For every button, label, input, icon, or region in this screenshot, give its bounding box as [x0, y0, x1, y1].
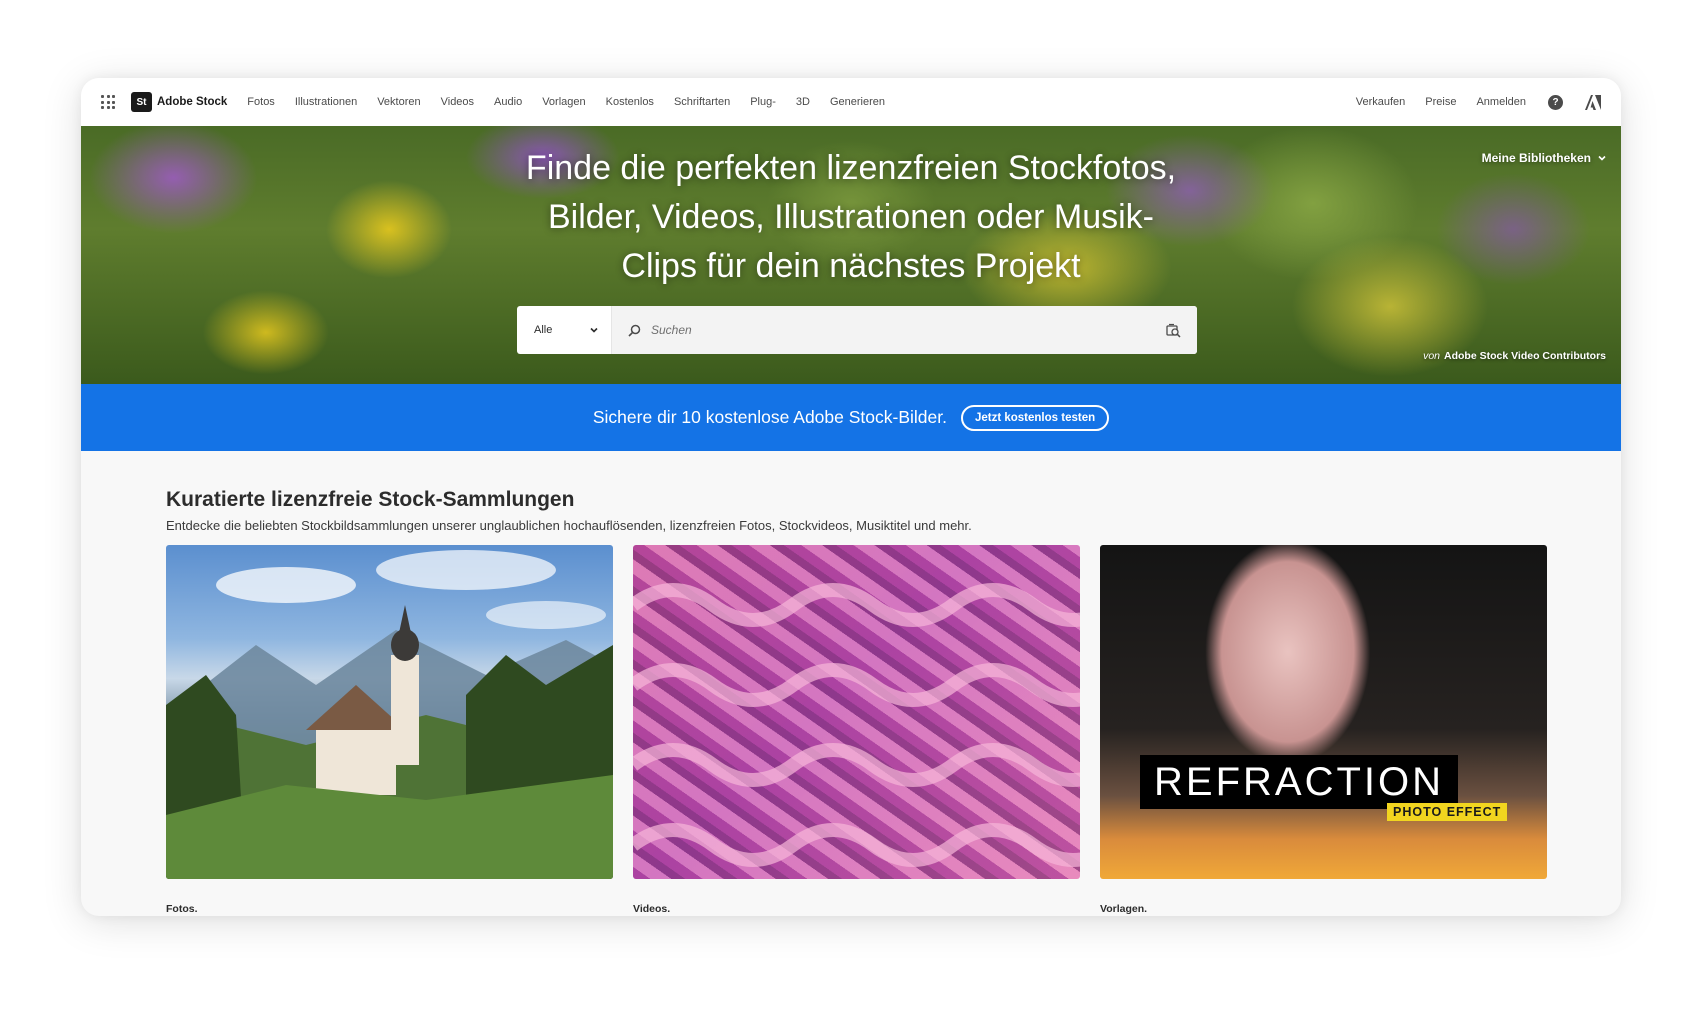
nav-link-videos[interactable]: Videos	[441, 96, 474, 108]
nav-link-vorlagen[interactable]: Vorlagen	[542, 96, 585, 108]
asset-type-value: Alle	[534, 324, 553, 336]
account-nav: Verkaufen Preise Anmelden ?	[1336, 94, 1601, 110]
nav-link-kostenlos[interactable]: Kostenlos	[606, 96, 654, 108]
credit-prefix: von	[1423, 350, 1441, 362]
collection-label-vorlagen[interactable]: Vorlagen.	[1100, 903, 1147, 915]
collection-label-videos[interactable]: Videos.	[633, 903, 670, 915]
collection-card-videos[interactable]	[633, 545, 1080, 879]
nav-link-generieren[interactable]: Generieren	[830, 96, 885, 108]
nav-link-schriftarten[interactable]: Schriftarten	[674, 96, 730, 108]
nav-link-illustrationen[interactable]: Illustrationen	[295, 96, 357, 108]
search-input[interactable]	[651, 323, 1166, 337]
credit-link[interactable]: Adobe Stock Video Contributors	[1444, 350, 1606, 362]
promo-banner: Sichere dir 10 kostenlose Adobe Stock-Bi…	[81, 384, 1621, 451]
nav-link-preise[interactable]: Preise	[1425, 96, 1456, 108]
main-nav-links: Fotos Illustrationen Vektoren Videos Aud…	[247, 96, 905, 108]
collection-card-fotos[interactable]	[166, 545, 613, 879]
search-icon	[628, 324, 641, 337]
free-trial-button[interactable]: Jetzt kostenlos testen	[960, 404, 1110, 431]
my-libraries-label: Meine Bibliotheken	[1481, 151, 1591, 165]
sign-in-link[interactable]: Anmelden	[1476, 96, 1526, 108]
asset-type-dropdown[interactable]: Alle	[517, 306, 612, 354]
refraction-title: REFRACTION	[1140, 755, 1458, 809]
collections-title: Kuratierte lizenzfreie Stock-Sammlungen	[166, 488, 575, 511]
top-navigation: St Adobe Stock Fotos Illustrationen Vekt…	[81, 78, 1621, 126]
hero-credit: von Adobe Stock Video Contributors	[1423, 350, 1606, 362]
nav-link-vektoren[interactable]: Vektoren	[377, 96, 420, 108]
church-landscape-image	[166, 550, 613, 879]
browser-window: St Adobe Stock Fotos Illustrationen Vekt…	[81, 78, 1621, 916]
stock-logo-icon: St	[131, 92, 152, 112]
app-switcher-icon[interactable]	[101, 95, 115, 109]
adobe-stock-logo[interactable]: St Adobe Stock	[131, 92, 227, 112]
nav-link-3d[interactable]: 3D	[796, 96, 810, 108]
collection-card-vorlagen[interactable]: REFRACTION PHOTO EFFECT	[1100, 545, 1547, 879]
collections-subtitle: Entdecke die beliebten Stockbildsammlung…	[166, 518, 972, 533]
nav-link-audio[interactable]: Audio	[494, 96, 522, 108]
chevron-down-icon	[1598, 155, 1606, 161]
collection-label-fotos[interactable]: Fotos.	[166, 903, 198, 915]
nav-link-plugins[interactable]: Plug-	[750, 96, 776, 108]
brand-name: Adobe Stock	[157, 96, 228, 108]
promo-text: Sichere dir 10 kostenlose Adobe Stock-Bi…	[592, 407, 947, 427]
adobe-logo-icon[interactable]	[1585, 94, 1601, 110]
search-bar: Alle	[517, 306, 1197, 354]
nav-link-verkaufen[interactable]: Verkaufen	[1356, 96, 1406, 108]
pink-waves-image	[633, 583, 1080, 867]
search-field	[612, 306, 1197, 354]
hero-banner: Finde die perfekten lizenzfreien Stockfo…	[81, 126, 1621, 384]
help-icon[interactable]: ?	[1548, 94, 1563, 110]
my-libraries-button[interactable]: Meine Bibliotheken	[1482, 151, 1607, 165]
visual-search-icon[interactable]	[1166, 323, 1181, 338]
nav-link-fotos[interactable]: Fotos	[247, 96, 275, 108]
photo-effect-badge: PHOTO EFFECT	[1387, 803, 1508, 821]
hero-title: Finde die perfekten lizenzfreien Stockfo…	[525, 149, 1177, 285]
chevron-down-icon	[590, 327, 598, 333]
